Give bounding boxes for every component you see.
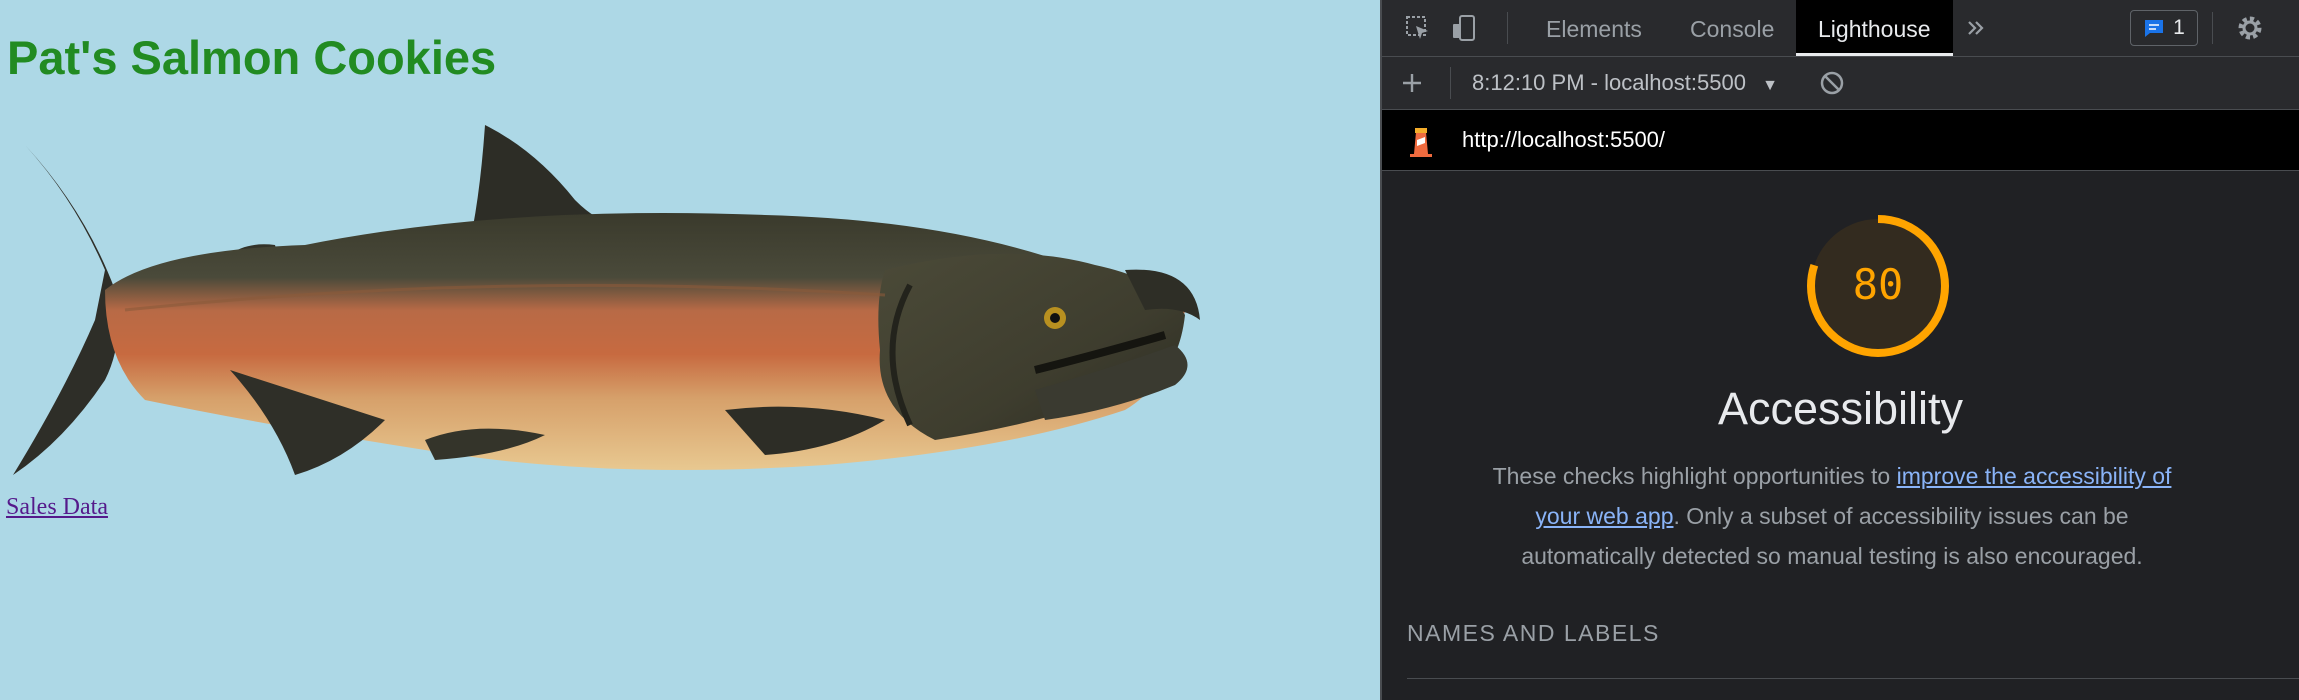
report-select-value: 8:12:10 PM - localhost:5500 — [1472, 70, 1746, 95]
report-url-bar: http://localhost:5500/ — [1382, 110, 2299, 171]
sales-data-link[interactable]: Sales Data — [6, 494, 108, 521]
lighthouse-run-bar: 8:12:10 PM - localhost:5500 ▼ — [1382, 57, 2299, 110]
lighthouse-report: 80 Accessibility These checks highlight … — [1382, 171, 2299, 700]
tab-lighthouse[interactable]: Lighthouse — [1796, 0, 1953, 56]
dropdown-arrow-icon: ▼ — [1762, 77, 1778, 94]
clear-block-icon[interactable] — [1816, 67, 1848, 99]
toolbar-divider — [1450, 67, 1451, 99]
report-select-dropdown[interactable]: 8:12:10 PM - localhost:5500 ▼ — [1472, 57, 1778, 109]
category-description: These checks highlight opportunities to … — [1482, 456, 2182, 576]
description-text: These checks highlight opportunities to — [1492, 463, 1897, 489]
group-divider — [1407, 678, 2299, 679]
toolbar-divider — [2212, 12, 2213, 44]
issues-count: 1 — [2173, 16, 2185, 39]
page-title: Pat's Salmon Cookies — [7, 31, 497, 84]
message-icon — [2145, 20, 2164, 37]
device-toolbar-icon[interactable] — [1448, 12, 1480, 44]
tab-console[interactable]: Console — [1668, 0, 1796, 56]
category-title: Accessibility — [1717, 383, 1964, 434]
issues-button[interactable]: 1 — [2130, 10, 2198, 46]
gear-icon[interactable] — [2234, 12, 2266, 44]
score-gauge: 80 — [1807, 215, 1949, 357]
devtools-panel: Elements Console Lighthouse 1 8:12:10 PM… — [1380, 0, 2299, 700]
inspect-element-icon[interactable] — [1402, 12, 1434, 44]
report-url: http://localhost:5500/ — [1462, 127, 1666, 152]
chevron-double-right-icon[interactable] — [1960, 12, 1992, 44]
plus-icon[interactable] — [1396, 67, 1428, 99]
tab-elements[interactable]: Elements — [1524, 0, 1664, 56]
lighthouse-logo-icon — [1410, 128, 1432, 157]
salmon-image — [13, 125, 1200, 475]
toolbar-divider — [1507, 12, 1508, 44]
score-value: 80 — [1853, 260, 1904, 309]
devtools-toolbar: Elements Console Lighthouse 1 — [1382, 0, 2299, 57]
page-viewport: Pat's Salmon Cookies Sales Data — [0, 0, 1380, 700]
audit-group-title: NAMES AND LABELS — [1407, 620, 1660, 646]
